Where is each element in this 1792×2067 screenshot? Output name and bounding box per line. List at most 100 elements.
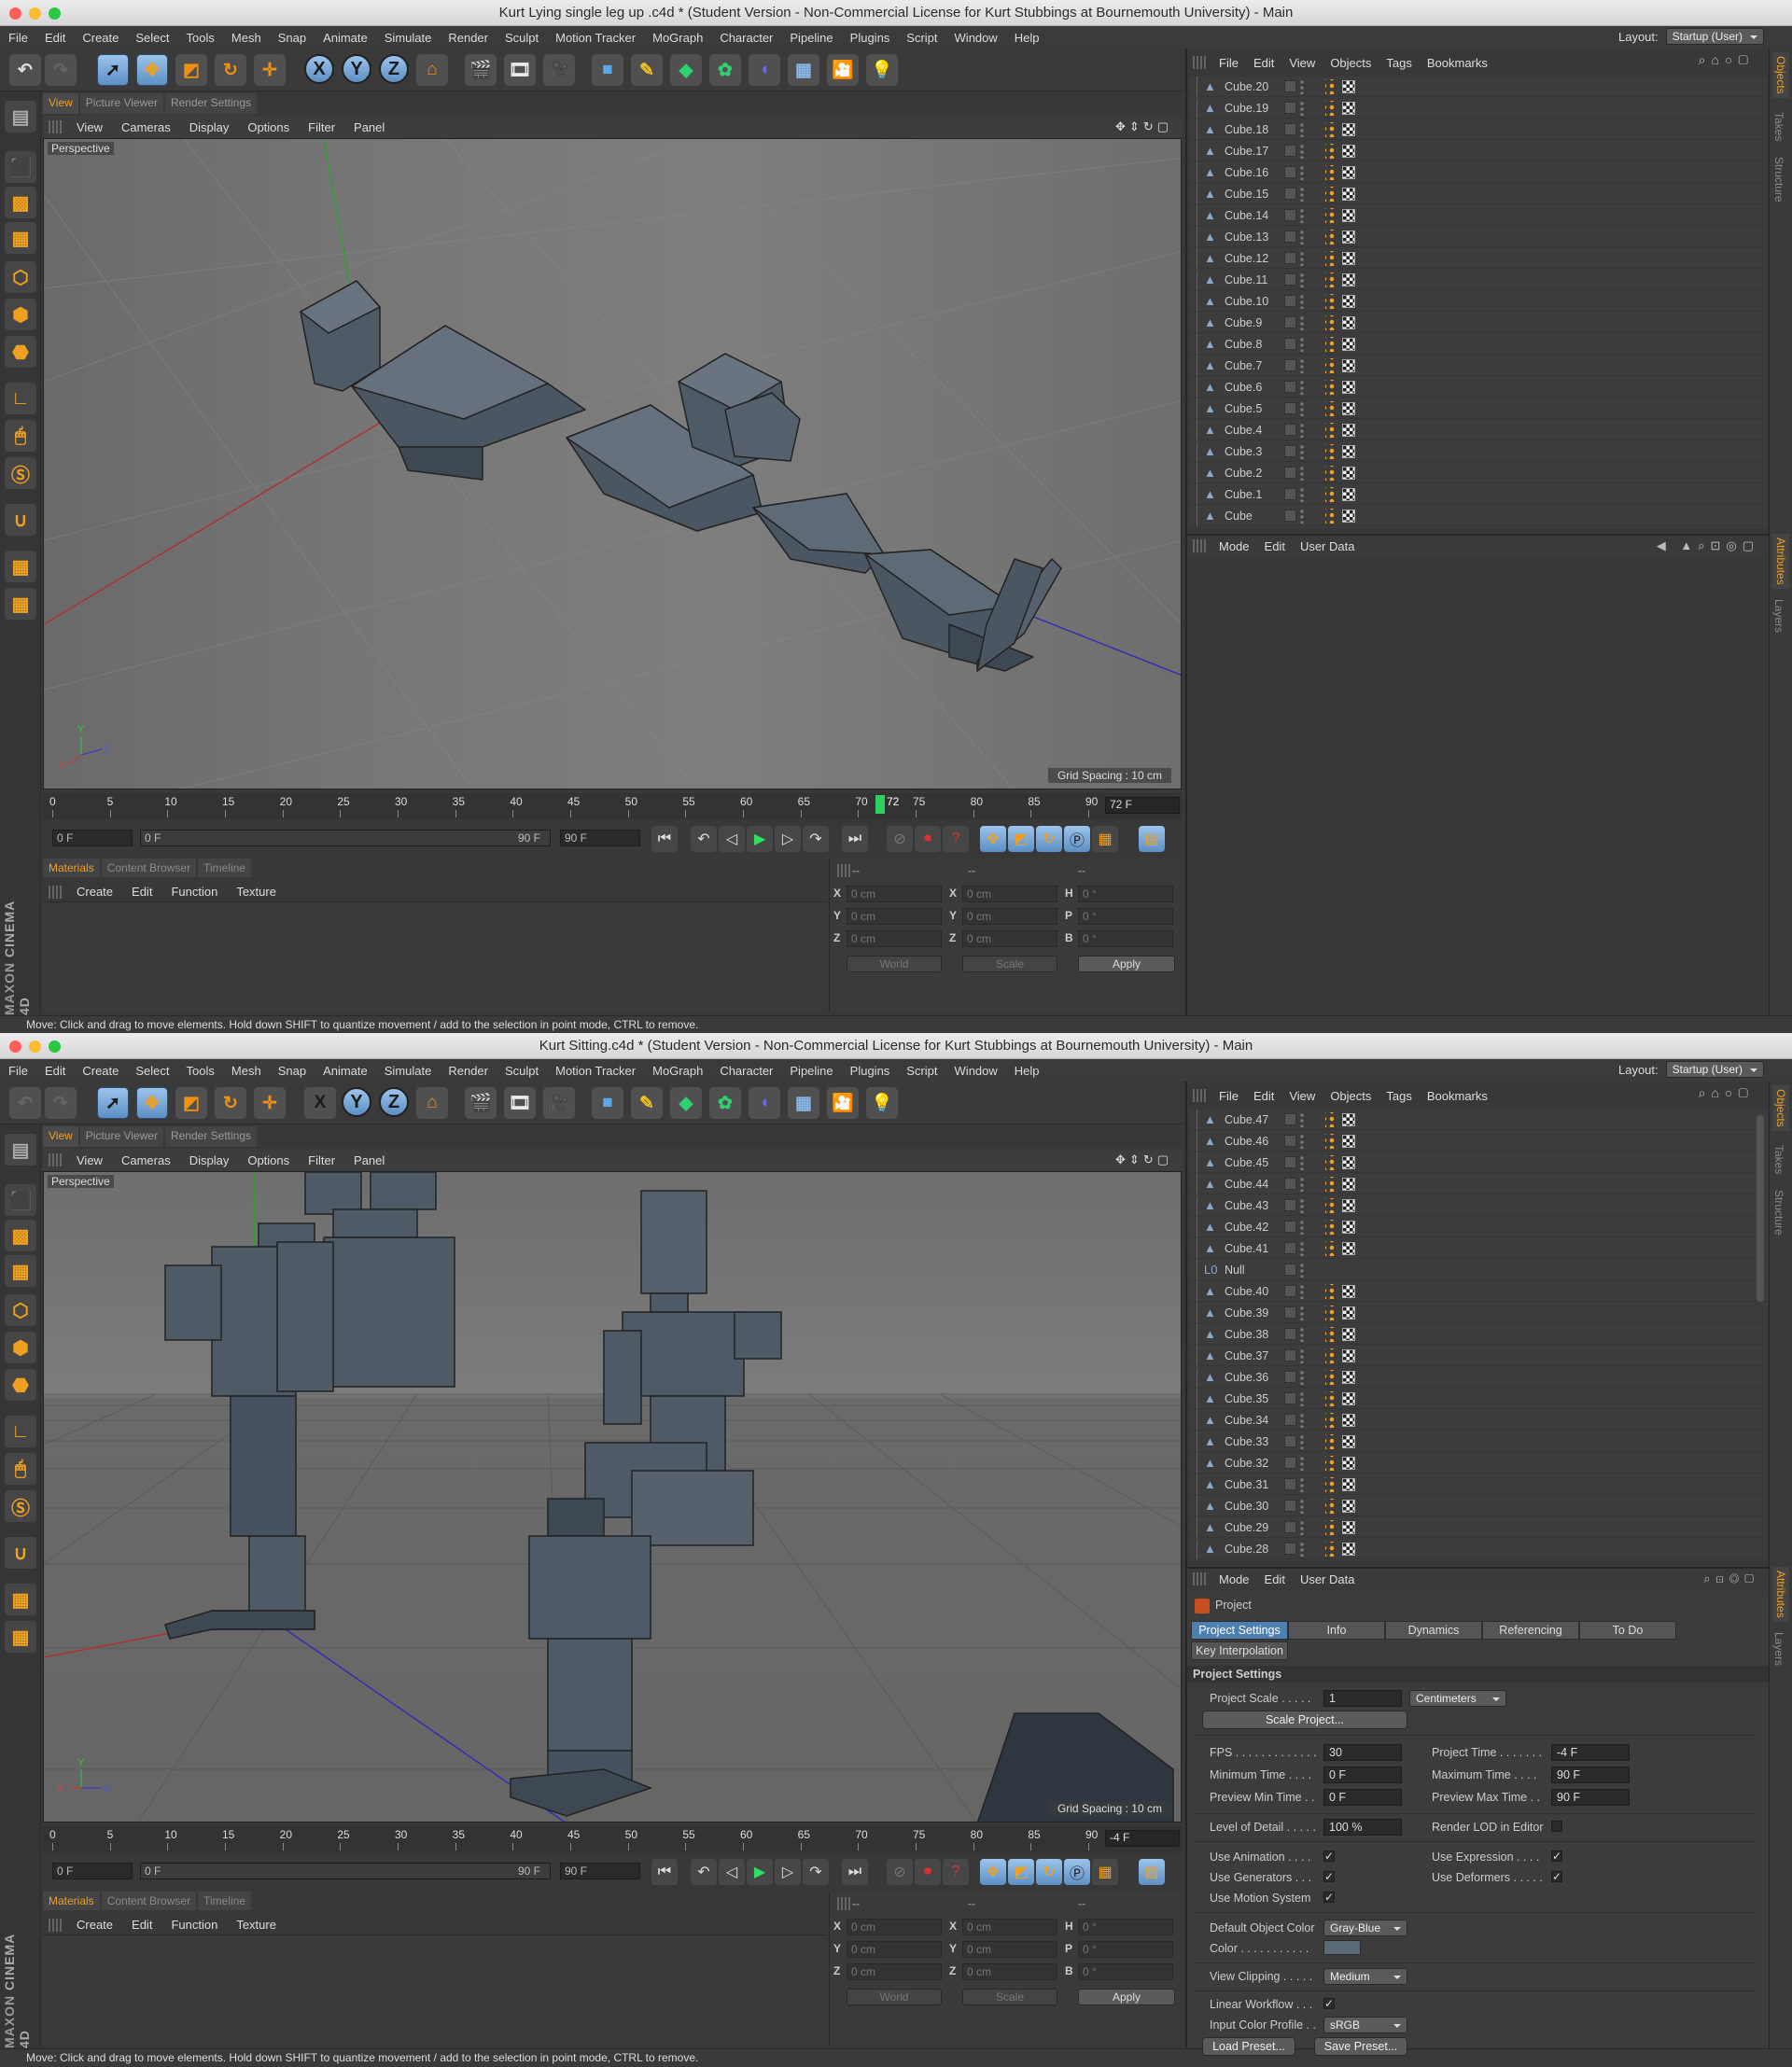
attr-menu-item[interactable]: Edit bbox=[1257, 1572, 1293, 1586]
visibility-dots-icon[interactable] bbox=[1300, 1112, 1304, 1127]
attr-menu-item[interactable]: Edit bbox=[1257, 539, 1293, 553]
position-y-field[interactable]: 0 cm bbox=[847, 908, 942, 925]
tab-render-settings[interactable]: Render Settings bbox=[164, 93, 258, 114]
edges-mode-icon[interactable]: ⬢ bbox=[5, 299, 36, 330]
texture-tag-icon[interactable] bbox=[1325, 1542, 1337, 1557]
tab-materials[interactable]: Materials bbox=[43, 859, 100, 877]
texture-tag-icon[interactable] bbox=[1325, 337, 1337, 352]
materials-menu-item[interactable]: Edit bbox=[122, 1918, 161, 1932]
texture-tag-icon[interactable] bbox=[1325, 1220, 1337, 1235]
end-frame-field[interactable]: 90 F bbox=[560, 1863, 640, 1879]
minimum-time-field[interactable]: 0 F bbox=[1323, 1767, 1402, 1783]
use-expression-checkbox[interactable]: ✓ bbox=[1551, 1851, 1562, 1862]
texture-tag-icon[interactable] bbox=[1325, 1134, 1337, 1149]
zoom-window-button[interactable] bbox=[49, 1040, 61, 1053]
object-list-row[interactable]: ▲ Cube.13 bbox=[1189, 227, 1768, 247]
object-menu-item[interactable]: Tags bbox=[1379, 56, 1419, 70]
menu-item[interactable]: Simulate bbox=[376, 1064, 441, 1078]
cube-primitive-icon[interactable]: ■ bbox=[592, 54, 623, 86]
object-list-row[interactable]: ▲ Cube.8 bbox=[1189, 334, 1768, 355]
tab-timeline[interactable]: Timeline bbox=[198, 1892, 251, 1910]
texture-tag-icon[interactable] bbox=[1325, 294, 1337, 309]
layout-dropdown[interactable]: Startup (User) bbox=[1665, 28, 1764, 45]
deformer-icon[interactable]: ◖ bbox=[749, 54, 780, 86]
key-pla-icon[interactable]: ▦ bbox=[1092, 1859, 1118, 1885]
menu-item[interactable]: Character bbox=[711, 1064, 781, 1078]
checker-tag-icon[interactable] bbox=[1342, 1328, 1355, 1341]
z-axis-lock-icon[interactable]: Z bbox=[379, 54, 409, 84]
menu-item[interactable]: Create bbox=[74, 31, 127, 45]
checker-tag-icon[interactable] bbox=[1342, 381, 1355, 394]
viewport-menu-item[interactable]: View bbox=[67, 120, 112, 134]
preview-max-field[interactable]: 90 F bbox=[1551, 1789, 1630, 1806]
viewport-menu-item[interactable]: Cameras bbox=[112, 1153, 180, 1167]
checker-tag-icon[interactable] bbox=[1342, 1392, 1355, 1405]
close-window-button[interactable] bbox=[9, 1040, 21, 1053]
layer-checkbox[interactable] bbox=[1284, 445, 1296, 457]
rotation-h-field[interactable]: 0 ° bbox=[1078, 1919, 1173, 1935]
subdivision-surface-icon[interactable]: ◆ bbox=[670, 1087, 702, 1119]
texture-tag-icon[interactable] bbox=[1325, 122, 1337, 137]
layer-checkbox[interactable] bbox=[1284, 338, 1296, 350]
search-icon[interactable]: ⌕⌂○▢ bbox=[1691, 1085, 1761, 1101]
side-tab-takes[interactable]: Takes bbox=[1772, 1145, 1785, 1174]
timeline-window-icon[interactable]: ▤ bbox=[1139, 1859, 1165, 1885]
visibility-dots-icon[interactable] bbox=[1300, 1198, 1304, 1213]
position-z-field[interactable]: 0 cm bbox=[847, 930, 942, 947]
viewport-menu-item[interactable]: Panel bbox=[344, 120, 394, 134]
render-settings-icon[interactable]: 🎥 bbox=[543, 54, 575, 86]
maximum-time-field[interactable]: 90 F bbox=[1551, 1767, 1630, 1783]
object-menu-item[interactable]: View bbox=[1281, 56, 1323, 70]
end-frame-field[interactable]: 90 F bbox=[560, 830, 640, 846]
object-list-row[interactable]: ▲ Cube.2 bbox=[1189, 463, 1768, 483]
menu-item[interactable]: File bbox=[0, 31, 36, 45]
visibility-dots-icon[interactable] bbox=[1300, 1134, 1304, 1149]
object-list-row[interactable]: ▲ Cube.38 bbox=[1189, 1324, 1768, 1345]
prev-frame-icon[interactable]: ◁ bbox=[719, 826, 745, 852]
object-list-row[interactable]: ▲ Cube.46 bbox=[1189, 1131, 1768, 1152]
camera-icon[interactable]: 🎦 bbox=[827, 1087, 859, 1119]
texture-tag-icon[interactable] bbox=[1325, 1391, 1337, 1406]
checker-tag-icon[interactable] bbox=[1342, 1285, 1355, 1298]
save-preset-button[interactable]: Save Preset... bbox=[1314, 2037, 1407, 2056]
checker-tag-icon[interactable] bbox=[1342, 402, 1355, 415]
layer-checkbox[interactable] bbox=[1284, 424, 1296, 436]
checker-tag-icon[interactable] bbox=[1342, 123, 1355, 136]
side-tab-layers[interactable]: Layers bbox=[1772, 599, 1785, 633]
tab-project-settings[interactable]: Project Settings bbox=[1191, 1621, 1288, 1640]
key-pla-icon[interactable]: ▦ bbox=[1092, 826, 1118, 852]
workplane-icon[interactable]: ▦ bbox=[5, 222, 36, 254]
record-keys-icon[interactable]: ⊘ bbox=[887, 826, 913, 852]
attr-nav-icons[interactable]: ◀ ▲⌕⊡◎▢ bbox=[1649, 538, 1771, 553]
object-list-row[interactable]: ▲ Cube.35 bbox=[1189, 1389, 1768, 1409]
layer-checkbox[interactable] bbox=[1284, 1178, 1296, 1190]
object-list-row[interactable]: ▲ Cube.16 bbox=[1189, 162, 1768, 183]
model-mode-icon[interactable]: ⬛ bbox=[5, 151, 36, 183]
menu-item[interactable]: Plugins bbox=[842, 31, 899, 45]
viewport-menu-item[interactable]: Cameras bbox=[112, 120, 180, 134]
texture-tag-icon[interactable] bbox=[1325, 1306, 1337, 1320]
object-list-row[interactable]: ▲ Cube.37 bbox=[1189, 1346, 1768, 1366]
tab-picture-viewer[interactable]: Picture Viewer bbox=[79, 93, 163, 114]
viewport-menu-item[interactable]: Options bbox=[238, 120, 299, 134]
color-swatch[interactable] bbox=[1323, 1940, 1361, 1955]
lod-field[interactable]: 100 % bbox=[1323, 1819, 1402, 1836]
visibility-dots-icon[interactable] bbox=[1300, 487, 1304, 502]
menu-item[interactable]: Help bbox=[1006, 1064, 1048, 1078]
checker-tag-icon[interactable] bbox=[1342, 1371, 1355, 1384]
menu-item[interactable]: Character bbox=[711, 31, 781, 45]
layer-checkbox[interactable] bbox=[1284, 316, 1296, 328]
range-slider[interactable]: 0 F 90 F bbox=[140, 1863, 551, 1879]
attr-menu-item[interactable]: Mode bbox=[1211, 539, 1257, 553]
tweak-mode-icon[interactable]: 🖱 bbox=[5, 1453, 36, 1485]
next-key-icon[interactable]: ↷ bbox=[803, 826, 829, 852]
apply-button[interactable]: Apply bbox=[1078, 1989, 1175, 2005]
menu-item[interactable]: Window bbox=[946, 31, 1006, 45]
materials-menu-item[interactable]: Create bbox=[67, 885, 122, 899]
y-axis-lock-icon[interactable]: Y bbox=[342, 1087, 371, 1117]
texture-tag-icon[interactable] bbox=[1325, 466, 1337, 481]
key-scale-icon[interactable]: ◩ bbox=[1008, 826, 1034, 852]
menu-item[interactable]: Pipeline bbox=[781, 31, 841, 45]
menu-item[interactable]: Render bbox=[440, 1064, 497, 1078]
menu-item[interactable]: MoGraph bbox=[644, 1064, 711, 1078]
